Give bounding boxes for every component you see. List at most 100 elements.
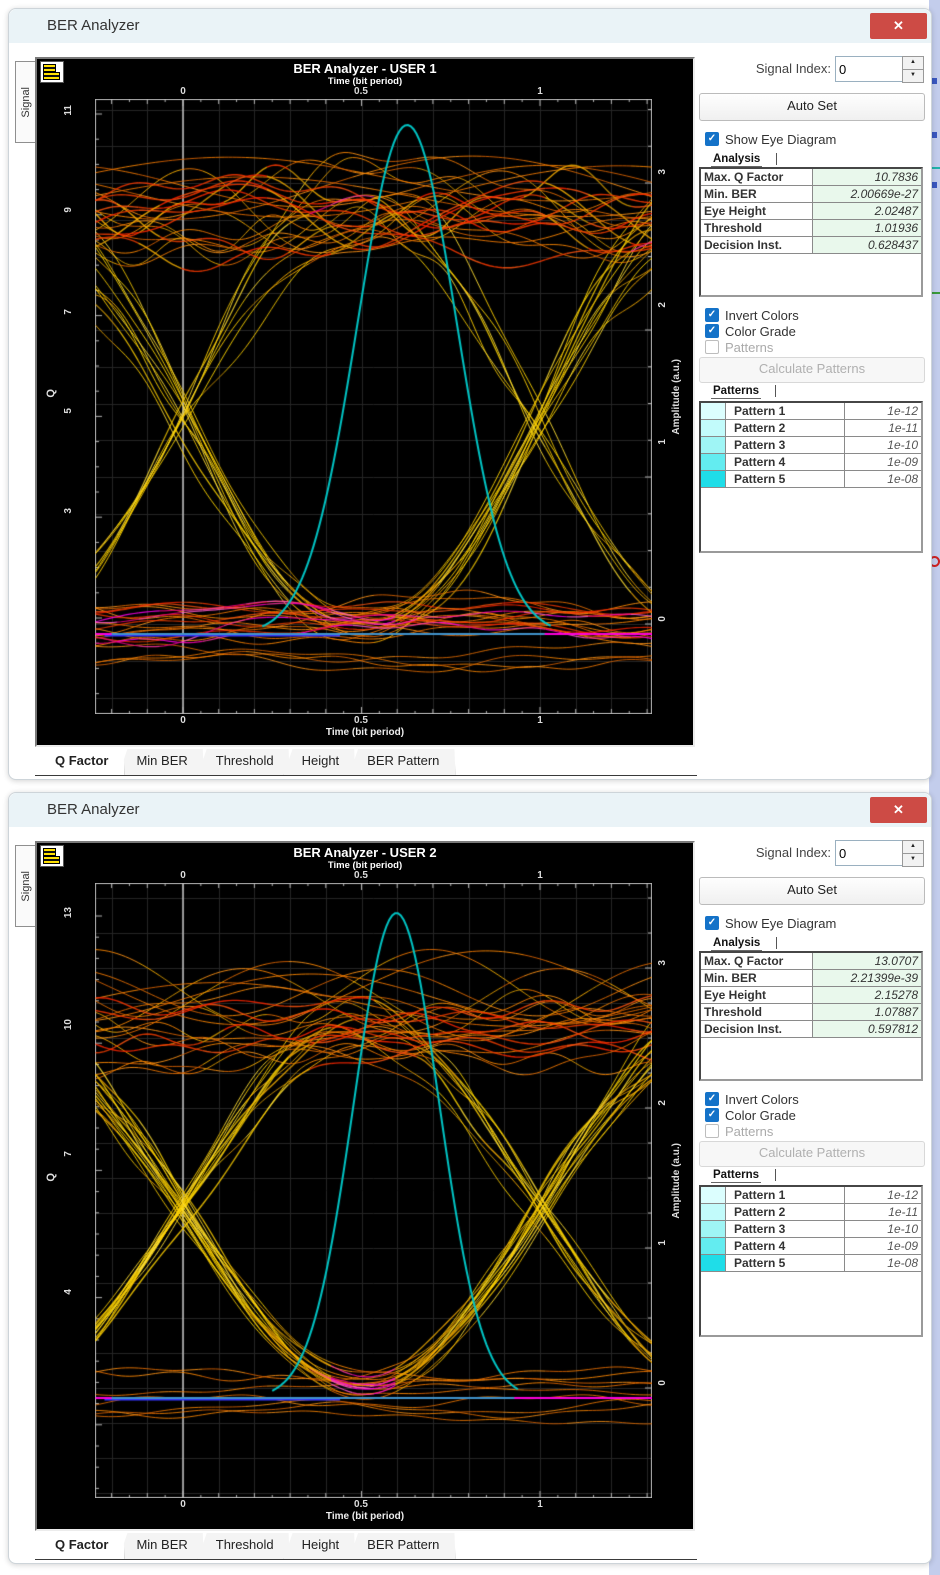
y-left-tick-label: 11 [63,105,74,116]
pattern-name: Pattern 1 [726,1187,845,1203]
pattern-row: Pattern 5 1e-08 [701,1255,921,1272]
signal-index-input[interactable] [835,56,903,82]
plot-tab-label: Min BER [136,1537,188,1552]
spinner-up-button[interactable]: ▲ [902,840,924,854]
patterns-table: Pattern 1 1e-12 Pattern 2 1e-11 Pattern 3 1e-… [699,1185,923,1337]
plot-tab-threshold[interactable]: Threshold [198,749,290,775]
color-grade-checkbox[interactable]: ✓ [705,324,719,338]
spinner-up-button[interactable]: ▲ [902,56,924,70]
spinner-down-icon: ▼ [910,856,916,862]
invert-colors-checkbox[interactable]: ✓ [705,308,719,322]
tab-analysis-label: Analysis [711,153,763,168]
analysis-row: Min. BER 2.21399e-39 [701,970,921,987]
patterns-checkbox [705,340,719,354]
pattern-color-swatch [701,1238,726,1254]
tab-patterns[interactable]: Patterns [711,385,777,400]
close-icon: ✕ [893,802,904,817]
plot-tab-q-factor[interactable]: Q Factor [37,1533,124,1559]
eye-diagram-canvas[interactable] [95,883,652,1498]
x-tick-label: 0.5 [354,86,368,97]
y-right-tick-label: 0 [657,1380,668,1386]
pattern-row: Pattern 3 1e-10 [701,437,921,454]
x-tick-label: 1 [537,870,543,881]
pattern-name: Pattern 3 [726,437,845,453]
y-left-axis-label: Q [45,389,57,398]
y-left-tick-label: 4 [63,1289,74,1295]
pattern-value: 1e-10 [887,438,918,452]
spinner-down-button[interactable]: ▼ [902,853,924,867]
tab-signal[interactable]: Signal [15,845,37,927]
pattern-name: Pattern 2 [726,420,845,436]
pattern-color-swatch [701,1255,726,1271]
analysis-metric-value: 2.15278 [813,987,921,1003]
analysis-metric-label: Decision Inst. [701,237,813,253]
plot-tab-q-factor[interactable]: Q Factor [37,749,124,775]
pattern-value: 1e-08 [887,472,918,486]
plot-tab-height[interactable]: Height [284,749,356,775]
analysis-metric-label: Min. BER [701,970,813,986]
invert-colors-checkbox-label: Invert Colors [725,1091,799,1107]
plot-tab-min-ber[interactable]: Min BER [118,1533,203,1559]
plot-tab-ber-pattern[interactable]: BER Pattern [349,1533,455,1559]
analysis-row: Threshold 1.01936 [701,220,921,237]
tab-patterns-label: Patterns [711,385,762,400]
signal-index-input[interactable] [835,840,903,866]
spinner-down-button[interactable]: ▼ [902,69,924,83]
color-grade-checkbox-label: Color Grade [725,1107,796,1123]
pattern-value: 1e-12 [887,1188,918,1202]
spinner-down-icon: ▼ [910,72,916,78]
window-titlebar[interactable]: BER Analyzer ✕ [9,793,931,827]
tab-patterns-label: Patterns [711,1169,762,1184]
pattern-color-swatch [701,1221,726,1237]
tab-signal[interactable]: Signal [15,61,37,143]
auto-set-button[interactable]: Auto Set [699,93,925,121]
pattern-name: Pattern 3 [726,1221,845,1237]
y-right-tick-label: 3 [657,169,668,175]
x-tick-label: 0.5 [354,870,368,881]
y-right-tick-label: 1 [657,1240,668,1246]
signal-index-spinner: ▲ ▼ [902,56,924,83]
analysis-metric-label: Eye Height [701,203,813,219]
invert-colors-checkbox-row: ✓ Invert Colors [705,1091,799,1107]
plot-tab-threshold[interactable]: Threshold [198,1533,290,1559]
eye-diagram-canvas[interactable] [95,99,652,714]
plot-tab-label: Q Factor [55,1537,109,1552]
analysis-row: Decision Inst. 0.628437 [701,237,921,254]
spinner-up-icon: ▲ [910,59,916,65]
analysis-metric-value: 2.02487 [813,203,921,219]
plot-tab-height[interactable]: Height [284,1533,356,1559]
analysis-metric-label: Min. BER [701,186,813,202]
close-button[interactable]: ✕ [870,797,927,823]
tab-divider [775,1169,777,1181]
show-eye-diagram-checkbox[interactable]: ✓ [705,132,719,146]
window-title: BER Analyzer [47,17,140,34]
close-button[interactable]: ✕ [870,13,927,39]
pattern-name: Pattern 4 [726,454,845,470]
tab-analysis[interactable]: Analysis [711,937,778,952]
pattern-row: Pattern 2 1e-11 [701,1204,921,1221]
y-left-tick-label: 7 [63,309,74,315]
tab-patterns[interactable]: Patterns [711,1169,777,1184]
plot-tab-ber-pattern[interactable]: BER Pattern [349,749,455,775]
pattern-value: 1e-10 [887,1222,918,1236]
y-right-tick-label: 0 [657,616,668,622]
plot-tab-label: Threshold [215,1537,274,1552]
invert-colors-checkbox-row: ✓ Invert Colors [705,307,799,323]
pattern-color-swatch [701,454,726,470]
show-eye-diagram-checkbox[interactable]: ✓ [705,916,719,930]
plot-title: BER Analyzer - USER 2 [293,845,437,860]
analysis-row: Max. Q Factor 10.7836 [701,169,921,186]
tab-analysis[interactable]: Analysis [711,153,778,168]
window-titlebar[interactable]: BER Analyzer ✕ [9,9,931,43]
plot-tab-min-ber[interactable]: Min BER [118,749,203,775]
auto-set-button[interactable]: Auto Set [699,877,925,905]
invert-colors-checkbox[interactable]: ✓ [705,1092,719,1106]
eye-diagram-frame: BER Analyzer - USER 1 Time (bit period) 0 0… [35,57,695,747]
analysis-metric-label: Eye Height [701,987,813,1003]
analysis-metric-label: Threshold [701,220,813,236]
ber-analyzer-window-2: BER Analyzer ✕ Signal BER Analyzer - USER 2… [8,792,932,1564]
color-grade-checkbox[interactable]: ✓ [705,1108,719,1122]
x-tick-label: 1 [537,86,543,97]
analysis-metric-label: Max. Q Factor [701,953,813,969]
analysis-metric-value: 10.7836 [813,169,921,185]
